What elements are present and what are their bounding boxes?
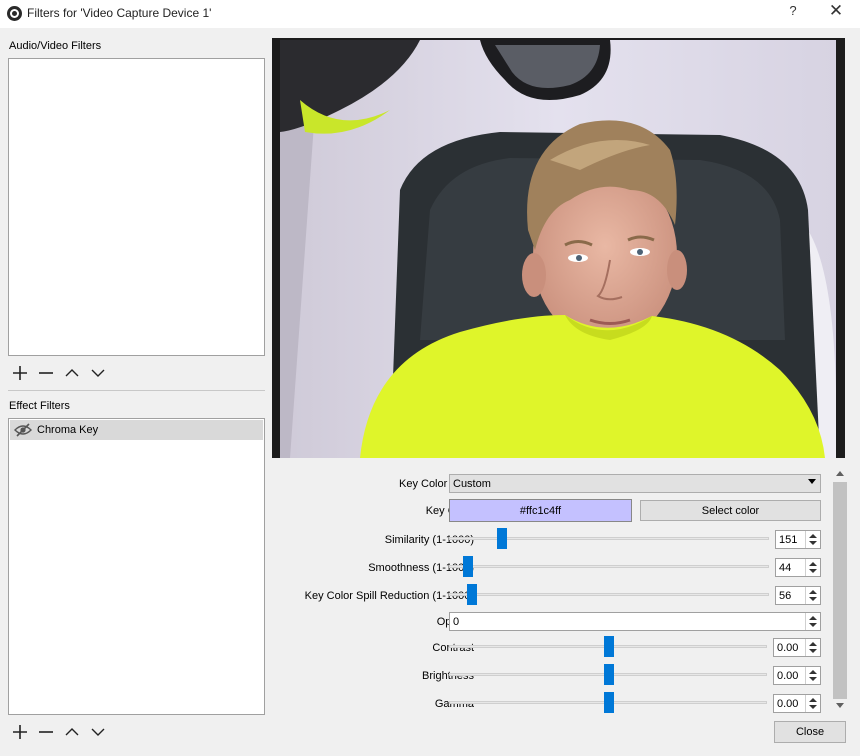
- opacity-spinbox[interactable]: 0: [449, 612, 821, 631]
- properties-scrollbar[interactable]: [832, 466, 849, 715]
- chevron-down-icon: [91, 728, 105, 736]
- source-preview: [272, 38, 845, 458]
- list-item-label: Chroma Key: [37, 424, 99, 436]
- similarity-spinbox[interactable]: 151: [775, 530, 821, 549]
- smoothness-value: 44: [779, 562, 792, 574]
- plus-icon: [13, 725, 27, 739]
- scroll-up-icon[interactable]: [836, 471, 844, 476]
- chevron-up-icon: [65, 369, 79, 377]
- dropdown-arrow-icon: [808, 479, 816, 484]
- spin-down-icon[interactable]: [809, 677, 817, 681]
- spin-down-icon[interactable]: [809, 623, 817, 627]
- remove-audio-filter-button[interactable]: [36, 363, 56, 383]
- spin-buttons[interactable]: [805, 559, 820, 576]
- similarity-label: Similarity (1-1000): [384, 534, 474, 546]
- spill-reduction-slider[interactable]: [449, 584, 769, 605]
- help-button[interactable]: ?: [786, 3, 800, 18]
- contrast-label: Contrast: [432, 642, 474, 654]
- spill-reduction-value: 56: [779, 590, 792, 602]
- audio-video-filters-label: Audio/Video Filters: [9, 40, 102, 52]
- key-color-value: #ffc1c4ff: [519, 505, 562, 517]
- move-audio-filter-down-button[interactable]: [88, 363, 108, 383]
- scrollbar-thumb[interactable]: [833, 482, 847, 699]
- brightness-slider-handle[interactable]: [604, 664, 614, 685]
- obs-logo-icon: [7, 6, 22, 21]
- spin-up-icon[interactable]: [809, 562, 817, 566]
- smoothness-slider-handle[interactable]: [463, 556, 474, 577]
- spin-down-icon[interactable]: [809, 705, 817, 709]
- title-bar: Filters for 'Video Capture Device 1' ? ✕: [0, 0, 860, 28]
- spin-up-icon[interactable]: [809, 670, 817, 674]
- brightness-spinbox[interactable]: 0.00: [773, 666, 821, 685]
- spin-buttons[interactable]: [805, 667, 820, 684]
- plus-icon: [13, 366, 27, 380]
- spin-buttons[interactable]: [805, 639, 820, 656]
- smoothness-label: Smoothness (1-1000): [368, 562, 474, 574]
- brightness-label: Brightness: [422, 670, 474, 682]
- spin-up-icon[interactable]: [809, 698, 817, 702]
- smoothness-slider[interactable]: [449, 556, 769, 577]
- spin-up-icon[interactable]: [809, 590, 817, 594]
- move-audio-filter-up-button[interactable]: [62, 363, 82, 383]
- brightness-slider[interactable]: [449, 664, 767, 685]
- contrast-slider[interactable]: [449, 636, 767, 657]
- gamma-slider-handle[interactable]: [604, 692, 614, 713]
- contrast-value: 0.00: [777, 642, 799, 654]
- gamma-slider[interactable]: [449, 692, 767, 713]
- spin-down-icon[interactable]: [809, 569, 817, 573]
- brightness-value: 0.00: [777, 670, 799, 682]
- eye-hidden-icon[interactable]: [14, 423, 32, 437]
- contrast-slider-handle[interactable]: [604, 636, 614, 657]
- spin-buttons[interactable]: [805, 531, 820, 548]
- contrast-spinbox[interactable]: 0.00: [773, 638, 821, 657]
- section-divider: [8, 390, 265, 391]
- select-color-button[interactable]: Select color: [640, 500, 821, 521]
- effect-filters-label: Effect Filters: [9, 400, 70, 412]
- spin-up-icon[interactable]: [809, 642, 817, 646]
- spin-up-icon[interactable]: [809, 616, 817, 620]
- minus-icon: [39, 372, 53, 374]
- gamma-label: Gamma: [434, 698, 474, 710]
- key-color-type-value: Custom: [453, 478, 491, 490]
- move-effect-filter-down-button[interactable]: [88, 722, 108, 742]
- similarity-slider-handle[interactable]: [496, 528, 507, 549]
- spin-up-icon[interactable]: [809, 534, 817, 538]
- similarity-value: 151: [779, 534, 798, 546]
- scroll-down-icon[interactable]: [836, 703, 844, 708]
- move-effect-filter-up-button[interactable]: [62, 722, 82, 742]
- spin-down-icon[interactable]: [809, 541, 817, 545]
- spill-reduction-slider-handle[interactable]: [467, 584, 478, 605]
- spin-down-icon[interactable]: [809, 649, 817, 653]
- chevron-down-icon: [91, 369, 105, 377]
- camera-preview-image: [280, 40, 836, 458]
- smoothness-spinbox[interactable]: 44: [775, 558, 821, 577]
- add-audio-filter-button[interactable]: [10, 363, 30, 383]
- spill-reduction-spinbox[interactable]: 56: [775, 586, 821, 605]
- spin-down-icon[interactable]: [809, 597, 817, 601]
- select-color-label: Select color: [701, 505, 760, 517]
- audio-video-filters-list[interactable]: [8, 58, 265, 356]
- opacity-value: 0: [453, 616, 460, 628]
- key-color-swatch: #ffc1c4ff: [449, 499, 632, 522]
- close-button-label: Close: [795, 726, 825, 738]
- spin-buttons[interactable]: [805, 613, 820, 630]
- similarity-slider[interactable]: [449, 528, 769, 549]
- add-effect-filter-button[interactable]: [10, 722, 30, 742]
- window-title: Filters for 'Video Capture Device 1': [27, 6, 212, 20]
- minus-icon: [39, 731, 53, 733]
- spin-buttons[interactable]: [805, 587, 820, 604]
- list-item-chroma-key[interactable]: Chroma Key: [10, 420, 263, 440]
- effect-filters-list[interactable]: Chroma Key: [8, 418, 265, 715]
- gamma-spinbox[interactable]: 0.00: [773, 694, 821, 713]
- spin-buttons[interactable]: [805, 695, 820, 712]
- close-window-button[interactable]: ✕: [826, 1, 846, 21]
- remove-effect-filter-button[interactable]: [36, 722, 56, 742]
- close-button[interactable]: Close: [774, 721, 846, 743]
- spill-reduction-label: Key Color Spill Reduction (1-1000): [304, 590, 474, 602]
- gamma-value: 0.00: [777, 698, 799, 710]
- chevron-up-icon: [65, 728, 79, 736]
- key-color-type-select[interactable]: Custom: [449, 474, 821, 493]
